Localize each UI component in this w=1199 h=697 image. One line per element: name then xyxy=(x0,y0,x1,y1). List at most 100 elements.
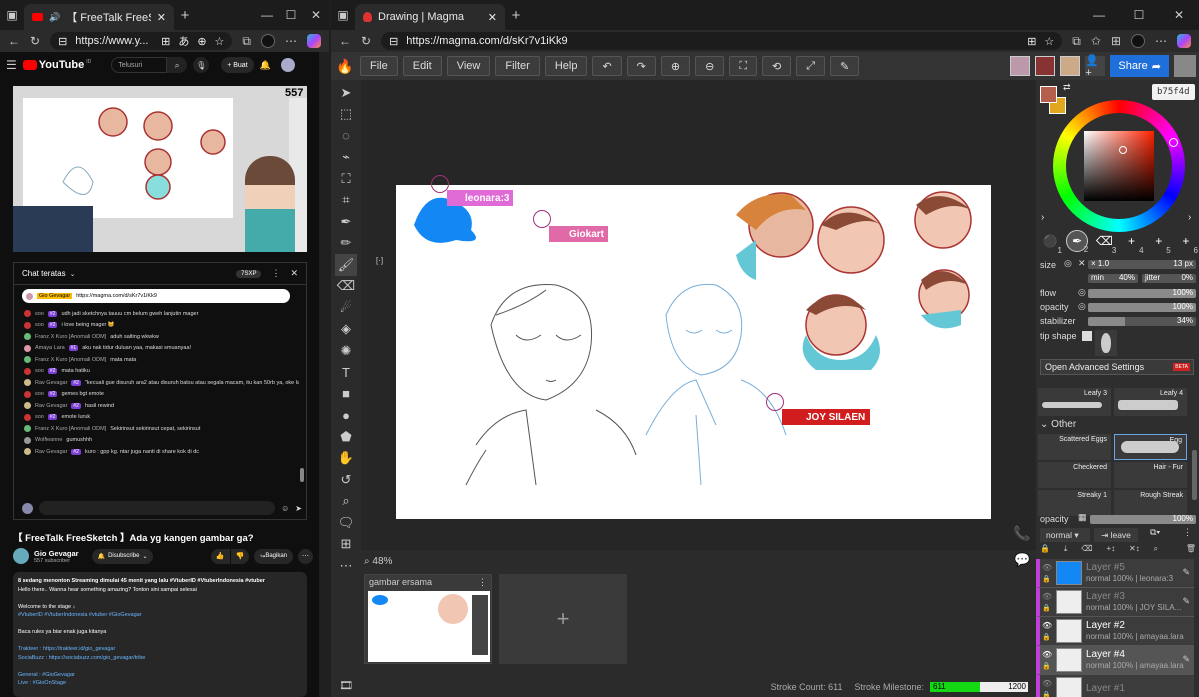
menu-help[interactable]: Help xyxy=(544,56,588,76)
reload-icon[interactable]: ↻ xyxy=(30,35,40,47)
redo-icon[interactable]: ↷ xyxy=(626,56,656,76)
share-button[interactable]: ↪ Bagikan xyxy=(254,548,293,564)
zoom-icon[interactable]: ⊕ xyxy=(197,35,206,48)
create-button[interactable]: + Buat xyxy=(221,57,254,73)
color-picker-handle[interactable] xyxy=(1119,146,1127,154)
profile-icon[interactable] xyxy=(261,34,275,48)
drawing-canvas[interactable] xyxy=(396,185,991,519)
alpha-lock-icon[interactable]: ▦ xyxy=(1078,512,1087,523)
reload-icon[interactable]: ↻ xyxy=(361,35,371,47)
delete-layer-icon[interactable]: 🗑 xyxy=(1186,544,1196,558)
user-avatar-2[interactable] xyxy=(1035,56,1056,76)
zoom-tool-icon[interactable]: ⌕ xyxy=(335,491,357,513)
chat-input[interactable] xyxy=(39,501,276,515)
expand-panel-icon[interactable]: › xyxy=(1041,212,1044,223)
brush-preset-4[interactable]: +4 xyxy=(1121,230,1144,255)
brush-checkered[interactable]: Checkered xyxy=(1038,462,1111,488)
chat-bubble-icon[interactable]: 💬 xyxy=(1014,552,1030,568)
more-icon[interactable]: ⋯ xyxy=(285,35,297,47)
undo-icon[interactable]: ↶ xyxy=(592,56,622,76)
close-window-icon[interactable]: ✕ xyxy=(303,9,329,21)
split-screen-icon[interactable]: ⧉ xyxy=(1072,35,1081,47)
menu-edit[interactable]: Edit xyxy=(402,56,442,76)
crop-icon[interactable]: ⌗ xyxy=(335,190,357,212)
audio-icon[interactable]: 🔊 xyxy=(49,12,60,23)
brush-leafy3[interactable]: Leafy 3 xyxy=(1038,388,1111,416)
rotate-icon[interactable]: ⟲ xyxy=(762,56,792,76)
tip-shape-preview[interactable] xyxy=(1095,330,1117,356)
move-icon[interactable]: ➤ xyxy=(335,82,357,104)
site-info-icon[interactable]: ⊟ xyxy=(58,35,67,48)
layer-lock-icon[interactable]: 🔒 xyxy=(1042,691,1051,697)
favorite-icon[interactable]: ☆ xyxy=(215,35,225,48)
rotate-view-icon[interactable]: ↺ xyxy=(335,469,357,491)
favorite-icon[interactable]: ☆ xyxy=(1044,35,1054,48)
blur-icon[interactable]: ✺ xyxy=(335,340,357,362)
brush-scattered-eggs[interactable]: Scattered Eggs xyxy=(1038,434,1111,460)
other-section[interactable]: ⌄ Other xyxy=(1040,419,1076,430)
close-tab-icon[interactable]: ✕ xyxy=(488,11,497,24)
layer-visibility-icon[interactable]: 👁 xyxy=(1042,679,1052,688)
apps-icon[interactable]: ⊞ xyxy=(161,35,170,48)
layer-lock-icon[interactable]: 🔒 xyxy=(1042,662,1051,670)
brush-preset-1[interactable]: ⚫ 1 xyxy=(1039,230,1062,255)
layer-lock-icon[interactable]: 🔒 xyxy=(1042,633,1051,641)
more-icon[interactable]: ⋯ xyxy=(1155,35,1167,47)
transform-icon[interactable]: ⛶ xyxy=(335,168,357,190)
canvas-card[interactable]: gambar ersama ⋮ xyxy=(364,574,492,664)
url-field[interactable]: ⊟ https://magma.com/d/sKr7v1iKk9 ⊞ ☆ xyxy=(381,32,1063,50)
layer-row[interactable]: 👁 🔒 Layer #5 normal 100% | leonara:3 ✎ xyxy=(1036,559,1194,588)
text-icon[interactable]: T xyxy=(335,362,357,384)
free-select-icon[interactable]: ⌁ xyxy=(335,147,357,169)
minimize-icon[interactable]: — xyxy=(1079,9,1119,21)
layer-opacity-slider[interactable]: 100% xyxy=(1090,515,1196,524)
brush-preset-5[interactable]: +5 xyxy=(1148,230,1171,255)
brush-icon[interactable]: 🖌 xyxy=(335,254,357,276)
zoom-level[interactable]: ⌕ 48% xyxy=(364,556,392,567)
brush-egg[interactable]: Egg xyxy=(1114,434,1187,460)
my-avatar[interactable] xyxy=(1174,55,1196,77)
mic-icon[interactable]: 🎙 xyxy=(193,57,210,73)
new-tab-icon[interactable]: + xyxy=(505,8,527,23)
lasso-icon[interactable]: ◌ xyxy=(335,125,357,147)
copilot-icon[interactable] xyxy=(1177,34,1191,48)
avatar[interactable] xyxy=(280,58,295,72)
expand-panel-right-icon[interactable]: › xyxy=(1188,212,1191,223)
marquee-icon[interactable]: ⬚ xyxy=(335,104,357,126)
share-button[interactable]: Share ➦ xyxy=(1110,55,1169,77)
maximize-icon[interactable]: ☐ xyxy=(1119,9,1159,21)
reference-icon[interactable]: ⊞ xyxy=(335,534,357,556)
size-min-slider[interactable]: min 40% xyxy=(1088,274,1138,283)
profile-icon[interactable] xyxy=(1131,34,1145,48)
brush-preset-3[interactable]: ⌫ 3 xyxy=(1093,230,1116,255)
close-window-icon[interactable]: ✕ xyxy=(1159,9,1199,21)
translate-icon[interactable]: あ xyxy=(178,33,189,49)
favorites-icon[interactable]: ✩ xyxy=(1091,35,1101,47)
notifications-icon[interactable]: 🔔 xyxy=(260,60,271,71)
fill-icon[interactable]: ◈ xyxy=(335,319,357,341)
pencil-icon[interactable]: ✏ xyxy=(335,233,357,255)
chevron-down-icon[interactable]: ⌄ xyxy=(70,270,76,278)
menu-filter[interactable]: Filter xyxy=(495,56,540,76)
layer-row[interactable]: 👁 🔒 Layer #1 xyxy=(1036,675,1194,697)
layer-edit-icon[interactable]: ✎ xyxy=(1182,567,1190,578)
video-player[interactable]: 557 xyxy=(13,86,307,252)
chat-close-icon[interactable]: ✕ xyxy=(290,268,298,279)
magma-logo-icon[interactable]: 🔥 xyxy=(335,56,355,76)
clear-layer-icon[interactable]: ⌫ xyxy=(1081,544,1092,558)
search-layer-icon[interactable]: ⌕ xyxy=(1154,544,1158,558)
primary-color-swatch[interactable] xyxy=(1040,86,1057,103)
stabilizer-slider[interactable]: 34% xyxy=(1088,317,1196,326)
more-tools-icon[interactable]: ⋯ xyxy=(335,555,357,577)
layer-lock-icon[interactable]: 🔒 xyxy=(1042,575,1051,583)
advanced-settings-button[interactable]: Open Advanced Settings BETA xyxy=(1040,359,1194,375)
layer-visibility-icon[interactable]: 👁 xyxy=(1042,621,1052,630)
fit-icon[interactable]: ⛶ xyxy=(729,56,758,76)
url-field[interactable]: ⊟ https://www.y... ⊞ あ ⊕ ☆ xyxy=(50,32,233,50)
flow-pressure-icon[interactable]: ◎ xyxy=(1078,287,1086,298)
canvas-card-more-icon[interactable]: ⋮ xyxy=(478,577,487,588)
flow-slider[interactable]: 100% xyxy=(1088,289,1196,298)
ellipse-icon[interactable]: ● xyxy=(335,405,357,427)
user-avatar-1[interactable] xyxy=(1010,56,1031,76)
channel-avatar[interactable] xyxy=(13,548,29,564)
